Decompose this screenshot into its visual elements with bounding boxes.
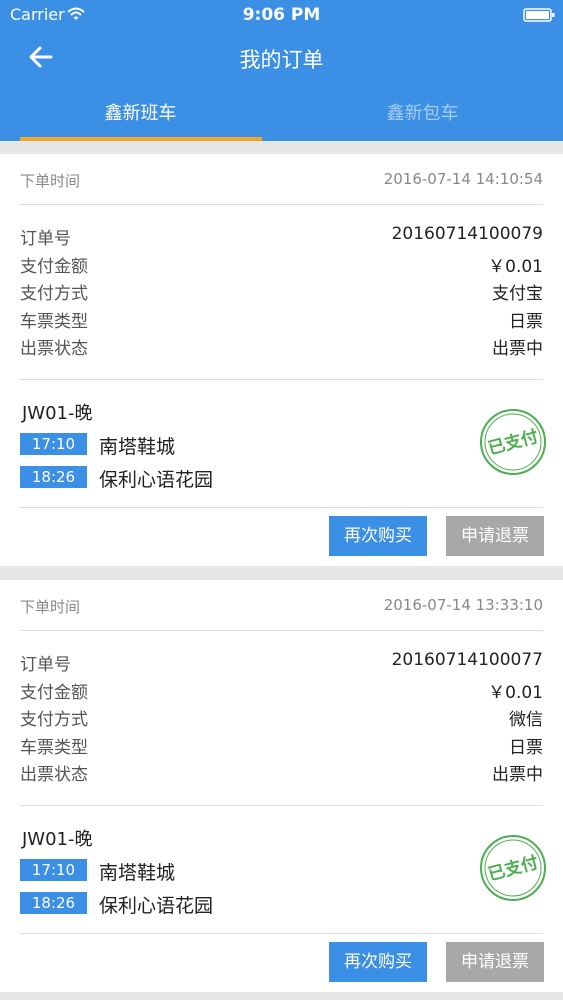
- detail-value: 微信: [509, 710, 543, 730]
- paid-stamp-text: 已支付: [486, 426, 541, 459]
- tab-shuttle-bus[interactable]: 鑫新班车: [0, 86, 281, 141]
- detail-label: 订单号: [20, 229, 71, 249]
- detail-value: 20160714100079: [391, 224, 543, 244]
- order-details: 订单号 20160714100079 支付金额 ￥0.01 支付方式 支付宝 车…: [20, 224, 543, 362]
- detail-value: 支付宝: [492, 284, 543, 304]
- detail-value: 20160714100077: [391, 650, 543, 670]
- tab-bar: 鑫新班车 鑫新包车: [0, 86, 563, 141]
- detail-value: ￥0.01: [488, 682, 543, 703]
- page-title: 我的订单: [239, 48, 324, 72]
- stop-name: 保利心语花园: [99, 895, 214, 917]
- detail-row-payment-method: 支付方式 支付宝: [20, 279, 543, 307]
- status-bar: Carrier 9:06 PM: [0, 0, 563, 30]
- order-time-value: 2016-07-14 14:10:54: [383, 170, 543, 188]
- route-name: JW01-晚: [22, 403, 93, 424]
- stop-name: 南塔鞋城: [99, 862, 176, 884]
- detail-row-ticket-type: 车票类型 日票: [20, 733, 543, 761]
- detail-label: 订单号: [20, 655, 71, 675]
- stop-name: 南塔鞋城: [99, 436, 176, 458]
- buy-again-button[interactable]: 再次购买: [329, 942, 427, 982]
- divider: [20, 933, 543, 934]
- detail-value: 出票中: [492, 765, 543, 785]
- battery-icon: [523, 8, 555, 22]
- detail-label: 出票状态: [20, 339, 88, 359]
- request-refund-button[interactable]: 申请退票: [446, 516, 544, 556]
- detail-row-ticket-type: 车票类型 日票: [20, 307, 543, 335]
- active-tab-indicator: [20, 137, 262, 141]
- detail-label: 支付金额: [20, 682, 88, 703]
- detail-label: 支付金额: [20, 256, 88, 277]
- detail-value: 日票: [509, 737, 543, 758]
- detail-label: 车票类型: [20, 737, 88, 758]
- order-time-label: 下单时间: [20, 172, 81, 190]
- divider: [20, 805, 543, 806]
- detail-label: 出票状态: [20, 765, 88, 785]
- nav-bar: 我的订单: [0, 30, 563, 86]
- route-name: JW01-晚: [22, 829, 93, 850]
- detail-row-payment-method: 支付方式 微信: [20, 705, 543, 733]
- detail-label: 支付方式: [20, 284, 88, 304]
- detail-value: ￥0.01: [488, 256, 543, 277]
- detail-row-ticket-status: 出票状态 出票中: [20, 760, 543, 788]
- order-time-value: 2016-07-14 13:33:10: [383, 596, 543, 614]
- order-details: 订单号 20160714100077 支付金额 ￥0.01 支付方式 微信 车票…: [20, 650, 543, 788]
- status-time: 9:06 PM: [242, 5, 321, 25]
- detail-row-order-number: 订单号 20160714100079: [20, 224, 543, 252]
- detail-row-ticket-status: 出票状态 出票中: [20, 334, 543, 362]
- detail-value: 出票中: [492, 339, 543, 359]
- stop-time-badge: 18:26: [20, 892, 87, 914]
- stop-time-badge: 18:26: [20, 466, 87, 488]
- divider: [20, 507, 543, 508]
- stop-time-badge: 17:10: [20, 859, 87, 881]
- detail-label: 车票类型: [20, 311, 88, 332]
- paid-stamp-text: 已支付: [486, 852, 541, 885]
- order-time-row: 下单时间 2016-07-14 13:33:10: [20, 580, 543, 631]
- divider: [20, 379, 543, 380]
- tab-charter-bus[interactable]: 鑫新包车: [282, 86, 563, 141]
- order-time-row: 下单时间 2016-07-14 14:10:54: [20, 154, 543, 205]
- order-time-label: 下单时间: [20, 598, 81, 616]
- paid-stamp-icon: 已支付: [480, 835, 546, 901]
- order-card: 下单时间 2016-07-14 14:10:54 订单号 20160714100…: [0, 154, 563, 566]
- order-card: 下单时间 2016-07-14 13:33:10 订单号 20160714100…: [0, 580, 563, 992]
- stop-time-badge: 17:10: [20, 433, 87, 455]
- detail-row-order-number: 订单号 20160714100077: [20, 650, 543, 678]
- detail-label: 支付方式: [20, 710, 88, 730]
- paid-stamp-icon: 已支付: [480, 409, 546, 475]
- detail-row-amount: 支付金额 ￥0.01: [20, 678, 543, 706]
- request-refund-button[interactable]: 申请退票: [446, 942, 544, 982]
- detail-row-amount: 支付金额 ￥0.01: [20, 252, 543, 280]
- detail-value: 日票: [509, 311, 543, 332]
- header: Carrier 9:06 PM 我的订单 鑫新班车 鑫新包车: [0, 0, 563, 141]
- buy-again-button[interactable]: 再次购买: [329, 516, 427, 556]
- stop-name: 保利心语花园: [99, 469, 214, 491]
